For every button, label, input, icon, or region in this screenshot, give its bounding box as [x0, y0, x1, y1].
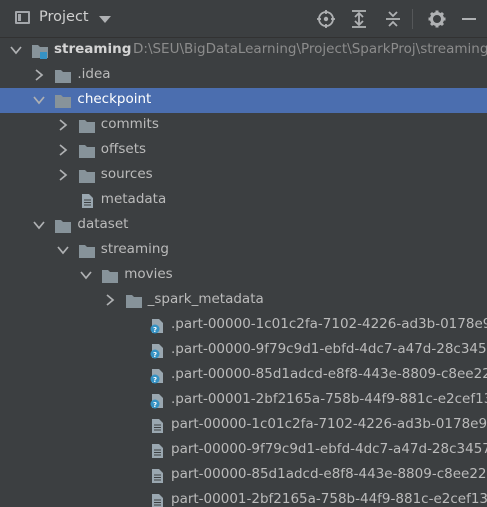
- tree-item-label: part-00000-9f79c9d1-ebfd-4dc7-a47d-28c34…: [171, 441, 487, 457]
- tree-item-label: .part-00000-9f79c9d1-ebfd-4dc7-a47d-28c3…: [171, 341, 487, 357]
- tree-item-label: .idea: [77, 66, 111, 82]
- minimize-icon[interactable]: [459, 9, 479, 29]
- folder-icon: [78, 143, 96, 159]
- project-window-icon: [15, 11, 30, 24]
- chevron-down-icon[interactable]: [80, 269, 92, 281]
- tree-item-label: part-00000-1c01c2fa-7102-4226-ad3b-0178e…: [171, 416, 487, 432]
- chevron-right-icon[interactable]: [104, 294, 116, 306]
- svg-text:?: ?: [153, 351, 157, 359]
- chevron-down-icon[interactable]: [99, 16, 111, 23]
- folder-icon: [125, 293, 143, 309]
- module-folder-icon: [31, 43, 49, 59]
- svg-text:?: ?: [153, 326, 157, 334]
- expand-all-icon[interactable]: [349, 9, 369, 29]
- unknown-file-icon: ?: [148, 318, 166, 334]
- tree-item-label: .part-00000-1c01c2fa-7102-4226-ad3b-0178…: [171, 316, 487, 332]
- unknown-file-icon: ?: [148, 368, 166, 384]
- tree-row-part-00000-1c01c2fa-7102-4226-ad3b-0178e99b9f2[interactable]: ? .part-00000-1c01c2fa-7102-4226-ad3b-017…: [0, 313, 487, 338]
- svg-text:?: ?: [153, 376, 157, 384]
- tree-row-spark-metadata[interactable]: _spark_metadata: [0, 288, 487, 313]
- tree-row-streaming[interactable]: streaming D:\SEU\BigDataLearning\Project\…: [0, 38, 487, 63]
- file-icon: [148, 443, 166, 459]
- file-icon: [148, 468, 166, 484]
- file-icon: [78, 193, 96, 209]
- project-toolbar: Project: [0, 0, 487, 38]
- module-path: D:\SEU\BigDataLearning\Project\SparkProj…: [133, 41, 487, 57]
- tree-row-idea[interactable]: .idea: [0, 63, 487, 88]
- tree-row-offsets[interactable]: offsets: [0, 138, 487, 163]
- tree-item-label: checkpoint: [77, 91, 152, 107]
- tree-row-movies[interactable]: movies: [0, 263, 487, 288]
- chevron-down-icon[interactable]: [10, 44, 22, 56]
- folder-icon: [78, 118, 96, 134]
- tree-item-label: sources: [100, 166, 153, 182]
- folder-icon: [78, 168, 96, 184]
- locate-icon[interactable]: [316, 9, 336, 29]
- tree-item-label: .part-00000-85d1adcd-e8f8-443e-8809-c8ee…: [171, 366, 487, 382]
- collapse-all-icon[interactable]: [383, 9, 403, 29]
- tree-row-sources[interactable]: sources: [0, 163, 487, 188]
- unknown-file-icon: ?: [148, 393, 166, 409]
- unknown-file-icon: ?: [148, 343, 166, 359]
- tree-item-label: streaming: [54, 41, 132, 57]
- folder-icon: [78, 243, 96, 259]
- tree-row-part-00000-1c01c2fa-7102-4226-ad3b-0178e99b9f2[interactable]: part-00000-1c01c2fa-7102-4226-ad3b-0178e…: [0, 413, 487, 438]
- chevron-right-icon[interactable]: [57, 144, 69, 156]
- tree-item-label: streaming: [100, 241, 169, 257]
- tree-item-label: movies: [124, 266, 173, 282]
- chevron-right-icon[interactable]: [57, 119, 69, 131]
- tree-item-label: part-00000-85d1adcd-e8f8-443e-8809-c8ee2…: [171, 466, 487, 482]
- tree-item-label: part-00001-2bf2165a-758b-44f9-881c-e2cef…: [171, 491, 487, 507]
- tree-item-label: dataset: [77, 216, 129, 232]
- tree-row-streaming[interactable]: streaming: [0, 238, 487, 263]
- tree-item-label: .part-00001-2bf2165a-758b-44f9-881c-e2ce…: [171, 391, 487, 407]
- toolbar-title[interactable]: Project: [39, 9, 89, 25]
- file-icon: [148, 493, 166, 507]
- tree-row-commits[interactable]: commits: [0, 113, 487, 138]
- tree-row-metadata[interactable]: metadata: [0, 188, 487, 213]
- folder-icon: [101, 268, 119, 284]
- tree-item-label: commits: [100, 116, 159, 132]
- gear-icon[interactable]: [427, 9, 447, 29]
- folder-icon: [54, 68, 72, 84]
- tree-row-part-00000-9f79c9d1-ebfd-4dc7-a47d-28c3457110[interactable]: part-00000-9f79c9d1-ebfd-4dc7-a47d-28c34…: [0, 438, 487, 463]
- chevron-down-icon[interactable]: [33, 219, 46, 231]
- tree-item-label: offsets: [100, 141, 147, 157]
- tree-row-part-00000-85d1adcd-e8f8-443e-8809-c8ee22256c[interactable]: part-00000-85d1adcd-e8f8-443e-8809-c8ee2…: [0, 463, 487, 488]
- tree-row-part-00001-2bf2165a-758b-44f9-881c-e2cef136acd[interactable]: ? .part-00001-2bf2165a-758b-44f9-881c-e2c…: [0, 388, 487, 413]
- tree-row-part-00000-85d1adcd-e8f8-443e-8809-c8ee22256c[interactable]: ? .part-00000-85d1adcd-e8f8-443e-8809-c8e…: [0, 363, 487, 388]
- project-tree: streaming D:\SEU\BigDataLearning\Project\…: [0, 38, 487, 507]
- svg-text:?: ?: [153, 401, 157, 409]
- file-icon: [148, 418, 166, 434]
- chevron-down-icon[interactable]: [33, 94, 46, 106]
- tree-row-part-00000-9f79c9d1-ebfd-4dc7-a47d-28c3457110[interactable]: ? .part-00000-9f79c9d1-ebfd-4dc7-a47d-28c…: [0, 338, 487, 363]
- tree-item-label: _spark_metadata: [147, 291, 264, 307]
- tree-item-label: metadata: [100, 191, 167, 207]
- chevron-right-icon[interactable]: [57, 169, 69, 181]
- tree-row-part-00001-2bf2165a-758b-44f9-881c-e2cef136acd[interactable]: part-00001-2bf2165a-758b-44f9-881c-e2cef…: [0, 488, 487, 507]
- folder-icon: [54, 218, 72, 234]
- folder-icon: [54, 93, 72, 109]
- tree-row-dataset[interactable]: dataset: [0, 213, 487, 238]
- chevron-right-icon[interactable]: [33, 69, 45, 81]
- chevron-down-icon[interactable]: [57, 244, 69, 256]
- toolbar-divider: [412, 9, 413, 29]
- tree-row-checkpoint[interactable]: checkpoint: [0, 88, 487, 113]
